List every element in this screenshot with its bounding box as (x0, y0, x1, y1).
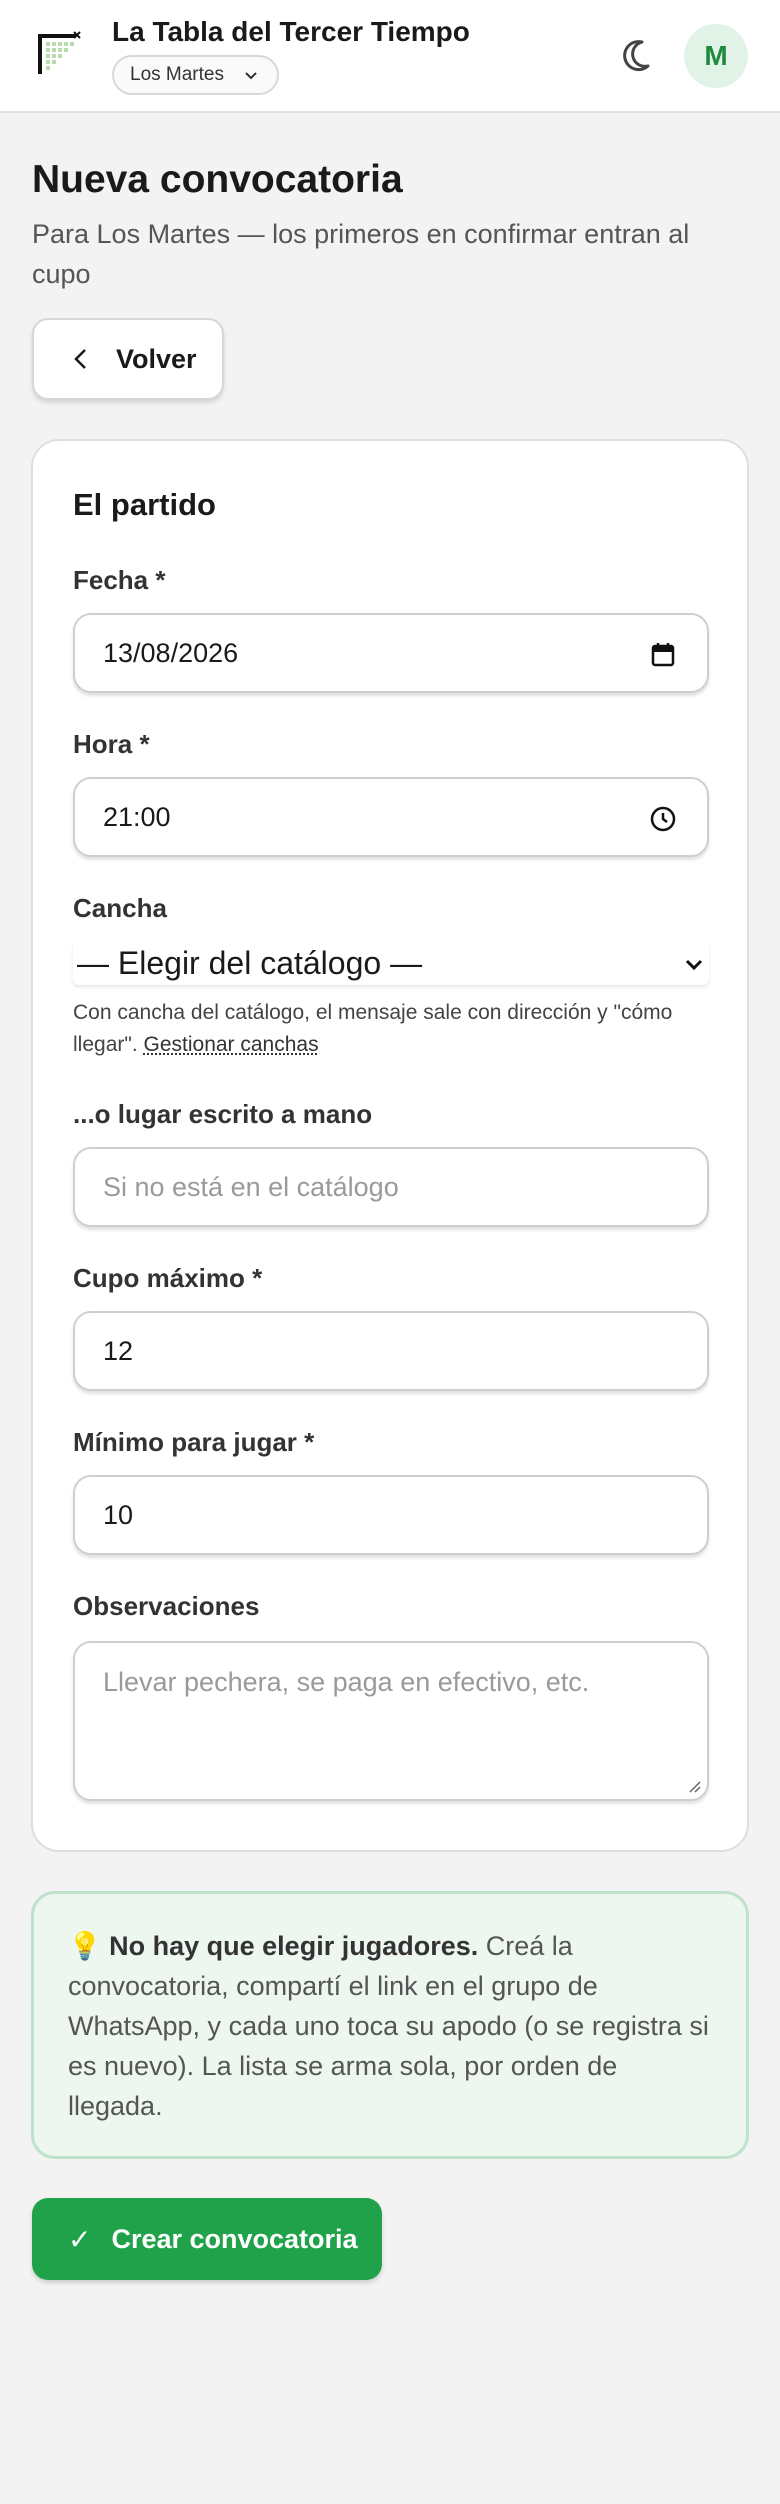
clock-icon[interactable] (649, 805, 677, 833)
group-selector[interactable]: Los Martes (112, 55, 279, 95)
chevron-down-icon (685, 959, 703, 971)
cancha-selected: — Elegir del catálogo — (77, 944, 423, 981)
manage-courts-link[interactable]: Gestionar canchas (144, 1033, 319, 1056)
info-tip: 💡 No hay que elegir jugadores. Creá la c… (31, 1891, 749, 2159)
page-title: Nueva convocatoria (32, 158, 403, 201)
match-form-card: El partido Fecha * 13/08/2026 Hora * 21:… (31, 439, 749, 1852)
fecha-input[interactable]: 13/08/2026 (73, 613, 709, 693)
section-title: El partido (73, 487, 216, 522)
lugar-input[interactable]: Si no está en el catálogo (73, 1147, 709, 1227)
hora-label: Hora * (73, 729, 150, 759)
back-button-label: Volver (116, 343, 197, 374)
cancha-select[interactable]: — Elegir del catálogo — (73, 941, 709, 985)
top-bar: La Tabla del Tercer Tiempo Los Martes M (0, 0, 780, 113)
minimo-input[interactable]: 10 (73, 1475, 709, 1555)
chevron-left-icon (74, 349, 86, 369)
calendar-icon[interactable] (649, 641, 677, 669)
create-button-label: Crear convocatoria (111, 2223, 358, 2254)
cupo-label: Cupo máximo * (73, 1263, 263, 1293)
page-subtitle: Para Los Martes — los primeros en confir… (32, 219, 690, 289)
cancha-label: Cancha (73, 893, 167, 923)
create-convocatoria-button[interactable]: ✓ Crear convocatoria (32, 2198, 382, 2280)
tip-strong: No hay que elegir jugadores. (109, 1931, 479, 1961)
lightbulb-icon: 💡 (68, 1931, 102, 1961)
observaciones-placeholder: Llevar pechera, se paga en efectivo, etc… (103, 1667, 590, 1697)
fecha-label: Fecha * (73, 565, 166, 595)
logo-icon (36, 30, 86, 78)
observaciones-label: Observaciones (73, 1591, 260, 1621)
resize-handle-icon[interactable] (687, 1779, 701, 1793)
avatar[interactable]: M (684, 24, 748, 88)
group-selector-label: Los Martes (130, 64, 224, 85)
lugar-placeholder: Si no está en el catálogo (103, 1171, 399, 1202)
minimo-label: Mínimo para jugar * (73, 1427, 315, 1457)
check-icon: ✓ (68, 2223, 92, 2255)
app-title: La Tabla del Tercer Tiempo (112, 16, 470, 47)
minimo-value: 10 (103, 1499, 134, 1530)
cupo-value: 12 (103, 1335, 134, 1366)
back-button[interactable]: Volver (32, 318, 224, 400)
observaciones-textarea[interactable]: Llevar pechera, se paga en efectivo, etc… (73, 1641, 709, 1801)
hora-value: 21:00 (103, 801, 171, 832)
fecha-value: 13/08/2026 (103, 637, 239, 668)
cancha-help: Con cancha del catálogo, el mensaje sale… (73, 997, 713, 1061)
chevron-down-icon (245, 72, 257, 80)
moon-icon[interactable] (618, 34, 662, 78)
hora-input[interactable]: 21:00 (73, 777, 709, 857)
lugar-label: ...o lugar escrito a mano (73, 1099, 373, 1129)
cupo-input[interactable]: 12 (73, 1311, 709, 1391)
